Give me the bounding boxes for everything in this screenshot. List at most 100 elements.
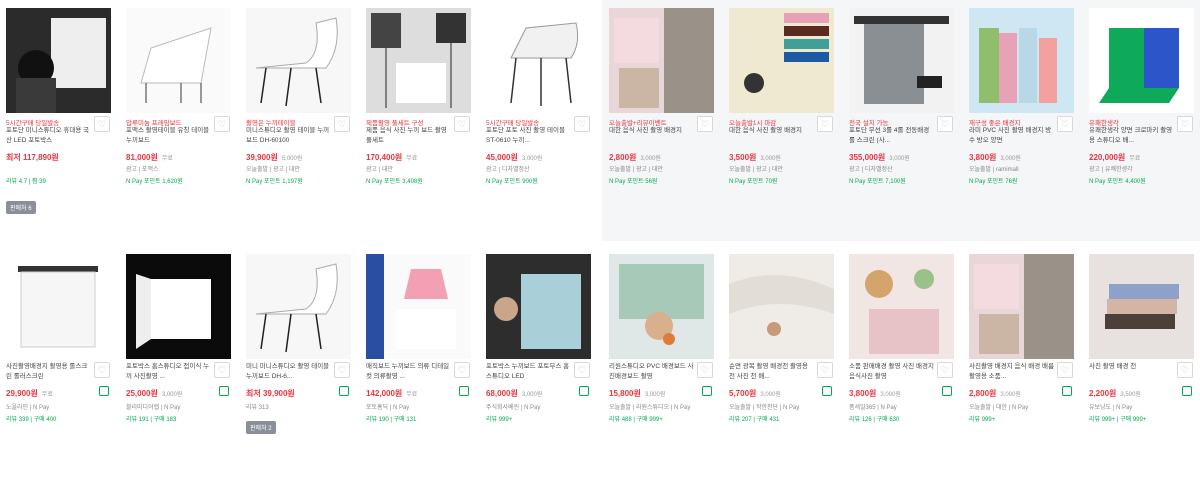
compare-sellers-button[interactable]: 판매처 2 bbox=[246, 421, 276, 434]
product-card[interactable]: ♡ 소품 판매배경 촬영 사진 배경지 음식사진 촬영 3,800원 3,000원 폼세… bbox=[849, 246, 957, 481]
compare-sellers-button[interactable]: 판매처 6 bbox=[6, 201, 36, 214]
product-image[interactable] bbox=[849, 254, 954, 359]
heart-icon[interactable]: ♡ bbox=[697, 116, 713, 132]
product-price: 3,800원 3,000원 bbox=[969, 152, 1021, 163]
product-image[interactable] bbox=[969, 254, 1074, 359]
product-title[interactable]: 포토단 미니스튜디오 휴대용 국산 LED 포토박스 bbox=[6, 126, 92, 146]
product-card[interactable]: ♡ 리원스튜디오 PVC 배경보드 사진배경보드 촬영 15,800원 3,000원 오… bbox=[609, 246, 717, 481]
product-title[interactable]: 대한 음식 사진 촬영 배경지 bbox=[609, 126, 695, 146]
product-image[interactable] bbox=[246, 254, 351, 359]
heart-icon[interactable]: ♡ bbox=[817, 116, 833, 132]
heart-icon[interactable]: ♡ bbox=[214, 362, 230, 378]
product-image[interactable] bbox=[729, 8, 834, 113]
product-card[interactable]: ♡ 유패한생각 유쾌한생각 양면 크로마키 촬영용 스튜디오 배... 220,000… bbox=[1089, 0, 1197, 235]
heart-icon[interactable]: ♡ bbox=[1177, 116, 1193, 132]
heart-icon[interactable]: ♡ bbox=[697, 362, 713, 378]
chat-icon[interactable] bbox=[459, 386, 469, 396]
product-image[interactable] bbox=[609, 8, 714, 113]
product-card[interactable]: ♡ 사진 촬영 배경 천 2,200원 3,500원 유보닝도 | N Pay 리뷰 99… bbox=[1089, 246, 1197, 481]
seller-line: 오늘출발 | 광고 | 대안 bbox=[246, 167, 300, 173]
product-card[interactable]: ♡ 전국 설치 가능 포토단 무선 3롤 4롤 전동배경 롤 스크린 (사... 35… bbox=[849, 0, 957, 235]
product-card[interactable]: ♡ 압루미늄 프레임보드 포맥스 촬영테이블 유칭 테이블 누끼보드 81,000원 무… bbox=[126, 0, 234, 235]
product-card[interactable]: ♡ 오늘출발+리뷰이벤트 대한 음식 사진 촬영 배경지 2,800원 3,000원 오늘… bbox=[609, 0, 717, 235]
product-image[interactable] bbox=[366, 254, 471, 359]
product-title[interactable]: 제품 음식 사진 누끼 보드 촬영 풀세트 bbox=[366, 126, 452, 146]
product-card[interactable]: ♡ 사진촬영배경지 촬영용 롤스크린 롤러스크린 29,900원 무료 노을라인 | N… bbox=[6, 246, 114, 481]
product-image[interactable] bbox=[246, 8, 351, 113]
product-title[interactable]: 유쾌한생각 양면 크로마키 촬영용 스튜디오 배... bbox=[1089, 126, 1175, 146]
product-title[interactable]: 포토단 무선 3롤 4롤 전동배경 롤 스크린 (사... bbox=[849, 126, 935, 146]
heart-icon[interactable]: ♡ bbox=[1177, 362, 1193, 378]
info-line: 리뷰 190 | 구매 131 bbox=[366, 417, 417, 423]
product-title[interactable]: 소품 판매배경 촬영 사진 배경지 음식사진 촬영 bbox=[849, 362, 935, 382]
product-title[interactable]: 포토박스 홈스튜디오 접이식 누끼 사진촬영 ... bbox=[126, 362, 212, 382]
product-title[interactable]: 순면 광목 촬영 배경천 촬영용 천 사진 천 배... bbox=[729, 362, 815, 382]
product-image[interactable] bbox=[366, 8, 471, 113]
chat-icon[interactable] bbox=[942, 386, 952, 396]
chat-icon[interactable] bbox=[339, 386, 349, 396]
info-line: 리뷰 999+ | 구매 999+ bbox=[1089, 417, 1147, 423]
product-card[interactable]: ♡ 오늘출발1시 마감 대한 음식 사진 촬영 배경지 3,500원 3,000원 오늘출… bbox=[729, 0, 837, 235]
product-title[interactable]: 사진촬영 배경지 음식 배경 배름 촬영용 소품... bbox=[969, 362, 1055, 382]
product-image[interactable] bbox=[126, 254, 231, 359]
heart-icon[interactable]: ♡ bbox=[1057, 362, 1073, 378]
product-image[interactable] bbox=[486, 8, 591, 113]
product-card[interactable]: ♡ 촬영은 누끼테이블 미니스튜디오 촬영 테이블 누끼보드 DH-60100 39,… bbox=[246, 0, 354, 235]
heart-icon[interactable]: ♡ bbox=[574, 362, 590, 378]
product-card[interactable]: ♡ 5시간구매 당일발송 포토단 포토 사진 촬영 테이블 ST-0610 누끼..… bbox=[486, 0, 594, 235]
product-image[interactable] bbox=[729, 254, 834, 359]
heart-icon[interactable]: ♡ bbox=[1057, 116, 1073, 132]
product-card[interactable]: ♡ 미니 미니스튜디오 촬영 테이블 누끼보드 DH-6... 최저 39,900원… bbox=[246, 246, 354, 481]
heart-icon[interactable]: ♡ bbox=[454, 116, 470, 132]
product-title[interactable]: 사진 촬영 배경 천 bbox=[1089, 362, 1175, 382]
product-image[interactable] bbox=[969, 8, 1074, 113]
product-image[interactable] bbox=[126, 8, 231, 113]
heart-icon[interactable]: ♡ bbox=[334, 116, 350, 132]
product-image[interactable] bbox=[1089, 8, 1194, 113]
product-title[interactable]: 라미 PVC 사진 촬영 배경지 방수 방오 양면 bbox=[969, 126, 1055, 146]
product-title[interactable]: 사진촬영배경지 촬영용 롤스크린 롤러스크린 bbox=[6, 362, 92, 382]
chat-icon[interactable] bbox=[219, 386, 229, 396]
product-card[interactable]: ♡ 순면 광목 촬영 배경천 촬영용 천 사진 천 배... 5,700원 3,000… bbox=[729, 246, 837, 481]
product-image[interactable] bbox=[849, 8, 954, 113]
product-title[interactable]: 대한 음식 사진 촬영 배경지 bbox=[729, 126, 815, 146]
product-card[interactable]: ♡ 5시간구매 당일발송 포토단 미니스튜디오 휴대용 국산 LED 포토박스 최저 … bbox=[6, 0, 114, 235]
chat-icon[interactable] bbox=[99, 386, 109, 396]
product-image[interactable] bbox=[609, 254, 714, 359]
product-image[interactable] bbox=[6, 254, 111, 359]
heart-icon[interactable]: ♡ bbox=[334, 362, 350, 378]
product-title[interactable]: 포맥스 촬영테이블 유칭 테이블 누끼보드 bbox=[126, 126, 212, 146]
product-price: 39,900원 5,000원 bbox=[246, 152, 302, 163]
product-card[interactable]: ♡ 매직보드 누끼보드 의류 디테일컷 의류촬영 ... 142,000원 무료 포토홈… bbox=[366, 246, 474, 481]
product-title[interactable]: 포토단 포토 사진 촬영 테이블 ST-0610 누끼... bbox=[486, 126, 572, 146]
product-title[interactable]: 미니스튜디오 촬영 테이블 누끼보드 DH-60100 bbox=[246, 126, 332, 146]
seller-line: 블리미디어랩 | N Pay bbox=[126, 405, 181, 411]
chat-icon[interactable] bbox=[822, 386, 832, 396]
heart-icon[interactable]: ♡ bbox=[454, 362, 470, 378]
chat-icon[interactable] bbox=[1182, 386, 1192, 396]
product-title[interactable]: 리원스튜디오 PVC 배경보드 사진배경보드 촬영 bbox=[609, 362, 695, 382]
chat-icon[interactable] bbox=[1062, 386, 1072, 396]
product-card[interactable]: ♡ 재구성 좋은 배경지 라미 PVC 사진 촬영 배경지 방수 방오 양면 3,80… bbox=[969, 0, 1077, 235]
product-image[interactable] bbox=[6, 8, 111, 113]
heart-icon[interactable]: ♡ bbox=[937, 116, 953, 132]
heart-icon[interactable]: ♡ bbox=[574, 116, 590, 132]
chat-icon[interactable] bbox=[579, 386, 589, 396]
shipping-fee: 5,000원 bbox=[281, 156, 303, 162]
product-card[interactable]: ♡ 사진촬영 배경지 음식 배경 배름 촬영용 소품... 2,800원 3,000원… bbox=[969, 246, 1077, 481]
product-card[interactable]: ♡ 제품촬영 풀세트 구성 제품 음식 사진 누끼 보드 촬영 풀세트 170,400… bbox=[366, 0, 474, 235]
product-card[interactable]: ♡ 포토박스 홈스튜디오 접이식 누끼 사진촬영 ... 25,000원 3,000원… bbox=[126, 246, 234, 481]
product-card[interactable]: ♡ 포토박스 누끼보드 포토부스 홈스튜디오 LED 68,000원 3,000원 주식… bbox=[486, 246, 594, 481]
product-title[interactable]: 매직보드 누끼보드 의류 디테일컷 의류촬영 ... bbox=[366, 362, 452, 382]
product-title[interactable]: 미니 미니스튜디오 촬영 테이블 누끼보드 DH-6... bbox=[246, 362, 332, 382]
product-image[interactable] bbox=[1089, 254, 1194, 359]
heart-icon[interactable]: ♡ bbox=[937, 362, 953, 378]
heart-icon[interactable]: ♡ bbox=[94, 116, 110, 132]
heart-icon[interactable]: ♡ bbox=[94, 362, 110, 378]
product-image[interactable] bbox=[486, 254, 591, 359]
heart-icon[interactable]: ♡ bbox=[817, 362, 833, 378]
product-title[interactable]: 포토박스 누끼보드 포토부스 홈스튜디오 LED bbox=[486, 362, 572, 382]
price-value: 81,000원 bbox=[126, 153, 158, 162]
chat-icon[interactable] bbox=[702, 386, 712, 396]
heart-icon[interactable]: ♡ bbox=[214, 116, 230, 132]
